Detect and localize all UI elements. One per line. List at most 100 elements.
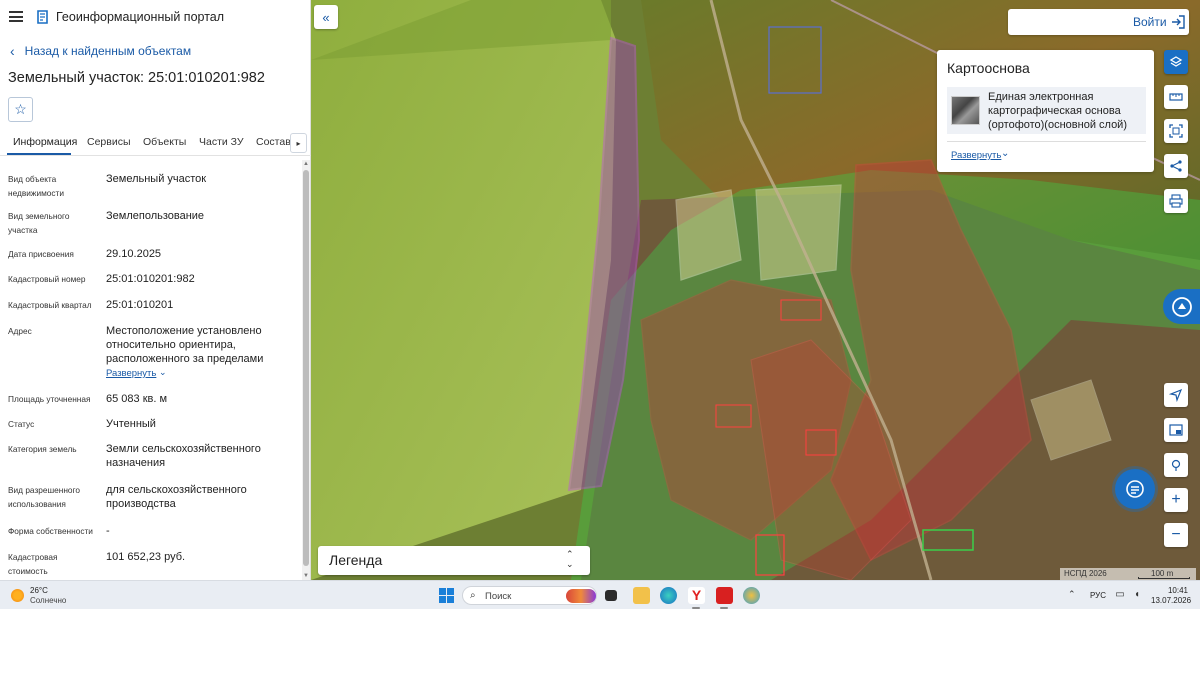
basemap-option[interactable]: Единая электронная картографическая осно… (947, 87, 1146, 134)
divider (947, 141, 1146, 142)
search-highlight-image (566, 589, 596, 603)
volume-icon[interactable]: ◖ (1131, 589, 1143, 601)
basemap-title: Картооснова (947, 60, 1030, 76)
info-value: Земельный участок (106, 173, 207, 185)
sun-icon[interactable] (11, 589, 24, 602)
task-view-icon[interactable] (605, 590, 617, 601)
favorite-button[interactable]: ☆ (8, 97, 33, 122)
measure-button[interactable] (1164, 85, 1188, 109)
scroll-up-icon[interactable]: ▲ (302, 160, 310, 168)
info-label: Вид земельного участка (8, 211, 70, 235)
portal-logo-icon (37, 10, 48, 24)
login-icon[interactable] (1171, 15, 1185, 29)
taskbar-search[interactable]: ⌕ Поиск (462, 586, 597, 605)
search-placeholder: Поиск (485, 591, 512, 602)
info-value: Местоположение установлено относительно … (106, 325, 264, 365)
address-expand-link[interactable]: Развернуть (106, 368, 156, 379)
windows-taskbar: 26°C Солнечно ⌕ Поиск Y ⌃ РУС ▭ ◖ 10:41 … (0, 580, 1200, 609)
minimap-icon (1169, 424, 1183, 436)
share-icon (1170, 160, 1182, 172)
basemap-thumbnail (951, 96, 980, 125)
login-bar: Войти (1008, 9, 1189, 35)
info-label: Категория земель (8, 444, 77, 454)
info-value: 25:01:010201 (106, 299, 174, 311)
search-location-button[interactable] (1164, 453, 1188, 477)
select-area-icon (1169, 124, 1183, 138)
legend-label: Легенда (329, 552, 383, 568)
network-icon[interactable]: ▭ (1114, 589, 1126, 601)
chat-button[interactable] (1115, 469, 1155, 509)
star-icon: ☆ (14, 101, 27, 117)
yandex-browser-icon[interactable]: Y (688, 587, 705, 604)
file-explorer-icon[interactable] (633, 587, 650, 604)
weather-description[interactable]: Солнечно (30, 596, 66, 605)
info-value: 29.10.2025 (106, 248, 162, 260)
select-area-button[interactable] (1164, 119, 1188, 143)
basemap-option-label: Единая электронная картографическая осно… (988, 91, 1127, 131)
location-search-icon (1171, 459, 1181, 471)
tab-objects[interactable]: Объекты (143, 136, 186, 148)
edge-browser-icon[interactable] (660, 587, 677, 604)
chevron-down-icon[interactable]: ⌄ (1001, 148, 1009, 159)
info-value: для сельскохозяйственного производства (106, 484, 247, 510)
info-label: Дата присвоения (8, 249, 74, 259)
info-label: Вид разрешенного использования (8, 485, 80, 509)
tab-parcel-parts[interactable]: Части ЗУ (199, 136, 244, 148)
scroll-thumb[interactable] (303, 170, 309, 566)
info-panel: Геоинформационный портал ‹ Назад к найде… (0, 0, 311, 580)
minimap-button[interactable] (1164, 418, 1188, 442)
clock-date[interactable]: 13.07.2026 (1151, 596, 1191, 605)
active-app-indicator (720, 607, 728, 609)
basemap-expand-link[interactable]: Развернуть (951, 150, 1001, 161)
search-icon: ⌕ (470, 590, 476, 601)
legend-dropdown[interactable]: Легенда ⌃ ⌄ (318, 546, 590, 575)
info-scrollbar[interactable]: ▲ ▼ (302, 160, 310, 580)
info-label: Кадастровый квартал (8, 300, 92, 310)
info-value: Учтенный (106, 418, 156, 430)
info-value: Земли сельскохозяйственного назначения (106, 443, 261, 469)
layers-button[interactable] (1164, 50, 1188, 74)
scroll-down-icon[interactable]: ▼ (302, 572, 310, 580)
locate-button[interactable] (1164, 383, 1188, 407)
info-list: Вид объекта недвижимости Земельный участ… (0, 160, 302, 580)
navigation-arrow-icon (1169, 388, 1183, 402)
tab-services[interactable]: Сервисы (87, 136, 131, 148)
info-value: 25:01:010201:982 (106, 273, 195, 285)
info-label: Форма собственности (8, 526, 93, 536)
zoom-in-button[interactable]: + (1164, 488, 1188, 512)
basemap-panel: Картооснова Единая электронная картограф… (937, 50, 1154, 172)
input-language[interactable]: РУС (1090, 591, 1106, 600)
collapse-panel-button[interactable]: « (314, 5, 338, 29)
active-tab-indicator (7, 153, 71, 155)
app-header: Геоинформационный портал (0, 0, 311, 36)
chevron-left-icon: ‹ (10, 43, 15, 59)
tray-overflow-icon[interactable]: ⌃ (1068, 589, 1076, 600)
active-app-indicator (692, 607, 700, 609)
share-button[interactable] (1164, 154, 1188, 178)
object-title: Земельный участок: 25:01:010201:982 (8, 70, 265, 86)
menu-icon[interactable] (9, 11, 23, 22)
chevron-down-icon[interactable]: ⌄ (159, 367, 167, 378)
info-label: Площадь уточненная (8, 394, 91, 404)
back-to-results-link[interactable]: ‹ Назад к найденным объектам (10, 44, 191, 58)
info-value: Землепользование (106, 210, 205, 222)
back-link-label: Назад к найденным объектам (24, 44, 192, 58)
pdf-reader-icon[interactable] (716, 587, 733, 604)
pkk-assistant-button[interactable] (1163, 289, 1200, 324)
map-attribution: НСПД 2026 100 m (1060, 568, 1196, 580)
login-button[interactable]: Войти (1133, 15, 1167, 29)
print-button[interactable] (1164, 189, 1188, 213)
weather-temperature[interactable]: 26°C (30, 586, 48, 595)
ruler-icon (1169, 93, 1183, 101)
attribution-text: НСПД 2026 (1064, 569, 1107, 578)
globe-app-icon[interactable] (743, 587, 760, 604)
tabs-next-button[interactable]: ▸ (290, 133, 307, 153)
zoom-out-button[interactable]: − (1164, 523, 1188, 547)
clock-time[interactable]: 10:41 (1166, 586, 1190, 595)
tab-composition[interactable]: Состав (256, 136, 291, 148)
tab-information[interactable]: Информация (13, 136, 77, 148)
double-chevron-left-icon: « (322, 9, 330, 25)
start-button[interactable] (439, 588, 454, 603)
info-value: 65 083 кв. м (106, 393, 168, 405)
plus-icon: + (1171, 491, 1181, 508)
